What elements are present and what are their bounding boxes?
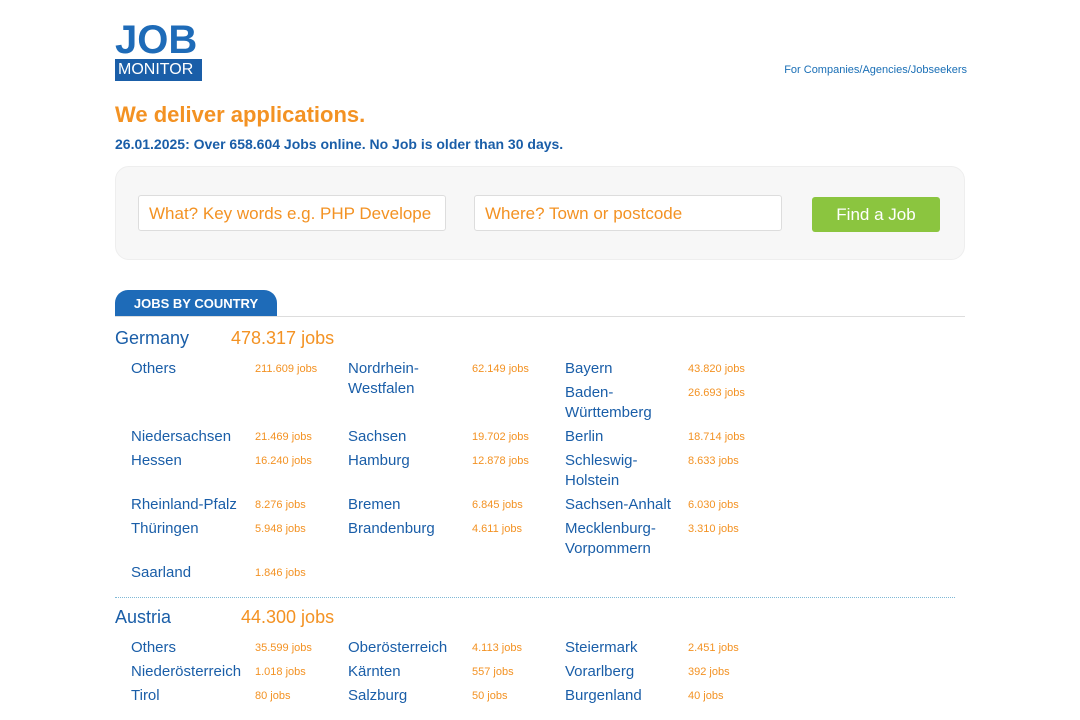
region-count: 3.310 jobs	[688, 523, 739, 535]
country-germany-count: 478.317 jobs	[231, 328, 335, 348]
region-link[interactable]: Tirol	[131, 686, 251, 706]
region-link[interactable]: Steiermark	[565, 638, 675, 658]
region-link[interactable]: Schleswig-Holstein	[565, 451, 665, 491]
region-link[interactable]: Bremen	[348, 495, 458, 515]
companies-agencies-jobseekers-link[interactable]: For Companies/Agencies/Jobseekers	[784, 64, 967, 76]
region-link[interactable]: Hessen	[131, 451, 251, 471]
region-link[interactable]: Others	[131, 359, 251, 379]
region-link[interactable]: Salzburg	[348, 686, 458, 706]
region-link[interactable]: Oberösterreich	[348, 638, 468, 658]
region-count: 1.018 jobs	[255, 666, 306, 678]
region-count: 2.451 jobs	[688, 642, 739, 654]
region-count: 35.599 jobs	[255, 642, 312, 654]
what-input[interactable]: What? Key words e.g. PHP Develope	[138, 195, 446, 231]
region-link[interactable]: Niedersachsen	[131, 427, 251, 447]
region-link[interactable]: Vorarlberg	[565, 662, 675, 682]
region-count: 1.846 jobs	[255, 567, 306, 579]
region-count: 16.240 jobs	[255, 455, 312, 467]
region-count: 12.878 jobs	[472, 455, 529, 467]
region-count: 8.276 jobs	[255, 499, 306, 511]
region-link[interactable]: Sachsen-Anhalt	[565, 495, 685, 515]
region-count: 62.149 jobs	[472, 363, 529, 375]
region-count: 21.469 jobs	[255, 431, 312, 443]
region-count: 4.611 jobs	[472, 523, 522, 535]
region-link[interactable]: Burgenland	[565, 686, 675, 706]
jobs-stats: 26.01.2025: Over 658.604 Jobs online. No…	[115, 136, 564, 152]
region-link[interactable]: Bayern	[565, 359, 675, 379]
region-link[interactable]: Saarland	[131, 563, 251, 583]
region-count: 26.693 jobs	[688, 387, 745, 399]
region-count: 211.609 jobs	[255, 363, 318, 375]
country-divider	[115, 597, 955, 598]
country-austria-count: 44.300 jobs	[241, 607, 335, 627]
region-link[interactable]: Hamburg	[348, 451, 458, 471]
region-count: 5.948 jobs	[255, 523, 306, 535]
section-divider	[115, 316, 965, 317]
region-count: 40 jobs	[688, 690, 724, 702]
jobs-by-country-tab: JOBS BY COUNTRY	[115, 290, 277, 316]
site-logo[interactable]: JOB MONITOR	[115, 18, 202, 81]
region-link[interactable]: Niederösterreich	[131, 662, 251, 682]
where-input[interactable]: Where? Town or postcode	[474, 195, 782, 231]
country-austria[interactable]: Austria	[115, 607, 171, 628]
logo-text-monitor: MONITOR	[115, 59, 202, 81]
region-link[interactable]: Thüringen	[131, 519, 251, 539]
region-count: 80 jobs	[255, 690, 291, 702]
logo-text-job: JOB	[115, 18, 198, 62]
region-link[interactable]: Sachsen	[348, 427, 458, 447]
region-count: 18.714 jobs	[688, 431, 745, 443]
region-link[interactable]: Kärnten	[348, 662, 458, 682]
region-link[interactable]: Brandenburg	[348, 519, 458, 539]
region-count: 4.113 jobs	[472, 642, 522, 654]
region-count: 50 jobs	[472, 690, 508, 702]
region-link[interactable]: Baden-Württemberg	[565, 383, 665, 423]
find-job-button[interactable]: Find a Job	[812, 197, 940, 232]
region-link[interactable]: Mecklenburg-Vorpommern	[565, 519, 670, 559]
region-link[interactable]: Berlin	[565, 427, 675, 447]
region-link[interactable]: Others	[131, 638, 251, 658]
region-link[interactable]: Rheinland-Pfalz	[131, 495, 251, 515]
region-count: 8.633 jobs	[688, 455, 739, 467]
search-panel: What? Key words e.g. PHP Develope Where?…	[115, 166, 965, 260]
region-count: 6.845 jobs	[472, 499, 523, 511]
region-count: 6.030 jobs	[688, 499, 739, 511]
tagline: We deliver applications.	[115, 102, 366, 127]
region-count: 43.820 jobs	[688, 363, 745, 375]
region-link[interactable]: Nordrhein-Westfalen	[348, 359, 458, 399]
region-count: 392 jobs	[688, 666, 730, 678]
country-germany[interactable]: Germany	[115, 328, 189, 349]
region-count: 557 jobs	[472, 666, 514, 678]
region-count: 19.702 jobs	[472, 431, 529, 443]
